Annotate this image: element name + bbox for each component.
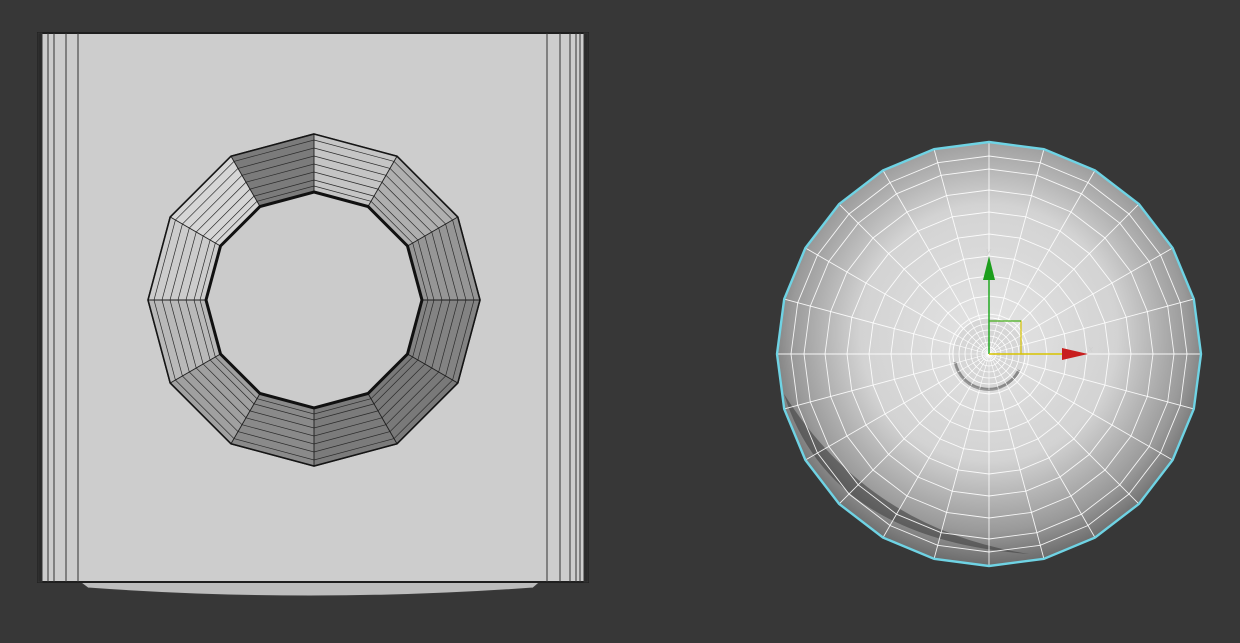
3d-viewport[interactable]: y x (0, 0, 1240, 643)
panel-object[interactable] (37, 32, 589, 597)
gizmo-y-label: y (985, 247, 992, 257)
gizmo-x-label: x (1087, 345, 1094, 355)
viewport-canvas[interactable]: y x (0, 0, 1240, 643)
panel-bottom-lip (78, 581, 542, 597)
